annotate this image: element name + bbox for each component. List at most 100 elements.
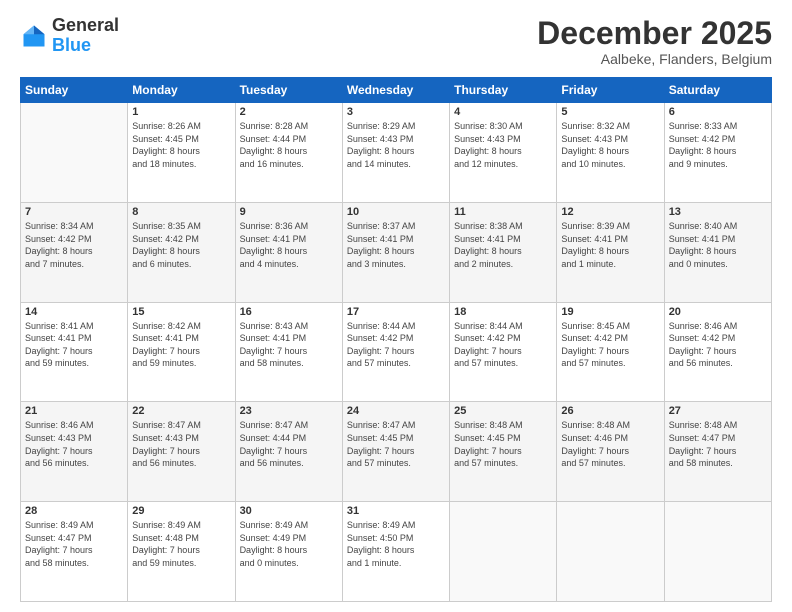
day-cell: 12Sunrise: 8:39 AMSunset: 4:41 PMDayligh… <box>557 202 664 302</box>
week-row-4: 21Sunrise: 8:46 AMSunset: 4:43 PMDayligh… <box>21 402 772 502</box>
day-info: Sunrise: 8:37 AMSunset: 4:41 PMDaylight:… <box>347 220 445 270</box>
day-info: Sunrise: 8:36 AMSunset: 4:41 PMDaylight:… <box>240 220 338 270</box>
day-cell: 24 Sunrise: 8:47 AMSunset: 4:45 PMDayligh… <box>342 402 449 502</box>
day-info: Sunrise: 8:46 AMSunset: 4:42 PMDaylight:… <box>669 320 767 370</box>
day-number: 11 <box>454 206 552 218</box>
col-header-sunday: Sunday <box>21 78 128 103</box>
day-cell: 3 Sunrise: 8:29 AMSunset: 4:43 PMDaylight… <box>342 103 449 203</box>
day-info: Sunrise: 8:47 AMSunset: 4:43 PMDaylight:… <box>132 419 230 469</box>
col-header-tuesday: Tuesday <box>235 78 342 103</box>
day-number: 10 <box>347 206 445 218</box>
day-cell: 19 Sunrise: 8:45 AMSunset: 4:42 PMDayligh… <box>557 302 664 402</box>
day-cell: 2 Sunrise: 8:28 AMSunset: 4:44 PMDaylight… <box>235 103 342 203</box>
col-header-friday: Friday <box>557 78 664 103</box>
day-number: 13 <box>669 206 767 218</box>
day-number: 24 <box>347 405 445 417</box>
day-info: Sunrise: 8:48 AMSunset: 4:47 PMDaylight:… <box>669 419 767 469</box>
day-info: Sunrise: 8:49 AMSunset: 4:47 PMDaylight:… <box>25 519 123 569</box>
day-number: 6 <box>669 106 767 118</box>
day-cell: 21Sunrise: 8:46 AMSunset: 4:43 PMDayligh… <box>21 402 128 502</box>
day-cell: 27 Sunrise: 8:48 AMSunset: 4:47 PMDayligh… <box>664 402 771 502</box>
day-number: 2 <box>240 106 338 118</box>
day-info: Sunrise: 8:28 AMSunset: 4:44 PMDaylight:… <box>240 120 338 170</box>
day-info: Sunrise: 8:44 AMSunset: 4:42 PMDaylight:… <box>454 320 552 370</box>
day-number: 5 <box>561 106 659 118</box>
day-cell: 23 Sunrise: 8:47 AMSunset: 4:44 PMDayligh… <box>235 402 342 502</box>
logo-blue: Blue <box>52 35 91 55</box>
col-header-wednesday: Wednesday <box>342 78 449 103</box>
day-number: 26 <box>561 405 659 417</box>
day-number: 25 <box>454 405 552 417</box>
day-cell: 31Sunrise: 8:49 AMSunset: 4:50 PMDayligh… <box>342 502 449 602</box>
day-cell: 22Sunrise: 8:47 AMSunset: 4:43 PMDayligh… <box>128 402 235 502</box>
day-info: Sunrise: 8:48 AMSunset: 4:46 PMDaylight:… <box>561 419 659 469</box>
day-info: Sunrise: 8:42 AMSunset: 4:41 PMDaylight:… <box>132 320 230 370</box>
day-info: Sunrise: 8:33 AMSunset: 4:42 PMDaylight:… <box>669 120 767 170</box>
week-row-5: 28 Sunrise: 8:49 AMSunset: 4:47 PMDayligh… <box>21 502 772 602</box>
day-info: Sunrise: 8:43 AMSunset: 4:41 PMDaylight:… <box>240 320 338 370</box>
day-info: Sunrise: 8:39 AMSunset: 4:41 PMDaylight:… <box>561 220 659 270</box>
day-number: 1 <box>132 106 230 118</box>
day-number: 3 <box>347 106 445 118</box>
day-info: Sunrise: 8:47 AMSunset: 4:44 PMDaylight:… <box>240 419 338 469</box>
title-block: December 2025 Aalbeke, Flanders, Belgium <box>537 16 772 67</box>
week-row-3: 14Sunrise: 8:41 AMSunset: 4:41 PMDayligh… <box>21 302 772 402</box>
week-row-1: 1 Sunrise: 8:26 AMSunset: 4:45 PMDaylight… <box>21 103 772 203</box>
day-cell: 10 Sunrise: 8:37 AMSunset: 4:41 PMDayligh… <box>342 202 449 302</box>
day-number: 8 <box>132 206 230 218</box>
day-info: Sunrise: 8:32 AMSunset: 4:43 PMDaylight:… <box>561 120 659 170</box>
day-info: Sunrise: 8:49 AMSunset: 4:48 PMDaylight:… <box>132 519 230 569</box>
location: Aalbeke, Flanders, Belgium <box>537 51 772 67</box>
day-cell: 13Sunrise: 8:40 AMSunset: 4:41 PMDayligh… <box>664 202 771 302</box>
logo-general: General <box>52 15 119 35</box>
day-cell: 16 Sunrise: 8:43 AMSunset: 4:41 PMDayligh… <box>235 302 342 402</box>
day-info: Sunrise: 8:48 AMSunset: 4:45 PMDaylight:… <box>454 419 552 469</box>
logo-icon <box>20 22 48 50</box>
col-header-thursday: Thursday <box>450 78 557 103</box>
day-info: Sunrise: 8:45 AMSunset: 4:42 PMDaylight:… <box>561 320 659 370</box>
day-number: 30 <box>240 505 338 517</box>
day-info: Sunrise: 8:30 AMSunset: 4:43 PMDaylight:… <box>454 120 552 170</box>
day-info: Sunrise: 8:26 AMSunset: 4:45 PMDaylight:… <box>132 120 230 170</box>
day-number: 29 <box>132 505 230 517</box>
week-row-2: 7Sunrise: 8:34 AMSunset: 4:42 PMDaylight… <box>21 202 772 302</box>
day-info: Sunrise: 8:29 AMSunset: 4:43 PMDaylight:… <box>347 120 445 170</box>
day-number: 21 <box>25 405 123 417</box>
day-number: 17 <box>347 306 445 318</box>
day-info: Sunrise: 8:49 AMSunset: 4:50 PMDaylight:… <box>347 519 445 569</box>
day-cell: 1 Sunrise: 8:26 AMSunset: 4:45 PMDaylight… <box>128 103 235 203</box>
calendar: SundayMondayTuesdayWednesdayThursdayFrid… <box>20 77 772 602</box>
day-number: 28 <box>25 505 123 517</box>
day-cell: 30 Sunrise: 8:49 AMSunset: 4:49 PMDayligh… <box>235 502 342 602</box>
day-cell: 29 Sunrise: 8:49 AMSunset: 4:48 PMDayligh… <box>128 502 235 602</box>
day-number: 16 <box>240 306 338 318</box>
day-number: 19 <box>561 306 659 318</box>
day-cell: 8Sunrise: 8:35 AMSunset: 4:42 PMDaylight… <box>128 202 235 302</box>
day-number: 9 <box>240 206 338 218</box>
day-number: 23 <box>240 405 338 417</box>
day-number: 15 <box>132 306 230 318</box>
day-cell: 14Sunrise: 8:41 AMSunset: 4:41 PMDayligh… <box>21 302 128 402</box>
day-cell: 6 Sunrise: 8:33 AMSunset: 4:42 PMDaylight… <box>664 103 771 203</box>
day-cell: 9 Sunrise: 8:36 AMSunset: 4:41 PMDaylight… <box>235 202 342 302</box>
header-row: SundayMondayTuesdayWednesdayThursdayFrid… <box>21 78 772 103</box>
day-info: Sunrise: 8:47 AMSunset: 4:45 PMDaylight:… <box>347 419 445 469</box>
day-cell: 20 Sunrise: 8:46 AMSunset: 4:42 PMDayligh… <box>664 302 771 402</box>
day-cell: 28 Sunrise: 8:49 AMSunset: 4:47 PMDayligh… <box>21 502 128 602</box>
col-header-saturday: Saturday <box>664 78 771 103</box>
day-info: Sunrise: 8:49 AMSunset: 4:49 PMDaylight:… <box>240 519 338 569</box>
day-info: Sunrise: 8:44 AMSunset: 4:42 PMDaylight:… <box>347 320 445 370</box>
day-number: 7 <box>25 206 123 218</box>
day-cell: 26 Sunrise: 8:48 AMSunset: 4:46 PMDayligh… <box>557 402 664 502</box>
day-number: 20 <box>669 306 767 318</box>
day-info: Sunrise: 8:38 AMSunset: 4:41 PMDaylight:… <box>454 220 552 270</box>
day-cell: 7Sunrise: 8:34 AMSunset: 4:42 PMDaylight… <box>21 202 128 302</box>
day-cell: 25 Sunrise: 8:48 AMSunset: 4:45 PMDayligh… <box>450 402 557 502</box>
day-cell <box>21 103 128 203</box>
day-cell: 18Sunrise: 8:44 AMSunset: 4:42 PMDayligh… <box>450 302 557 402</box>
day-cell: 4Sunrise: 8:30 AMSunset: 4:43 PMDaylight… <box>450 103 557 203</box>
day-cell: 11 Sunrise: 8:38 AMSunset: 4:41 PMDayligh… <box>450 202 557 302</box>
page: General Blue December 2025 Aalbeke, Flan… <box>0 0 792 612</box>
day-number: 14 <box>25 306 123 318</box>
day-number: 27 <box>669 405 767 417</box>
